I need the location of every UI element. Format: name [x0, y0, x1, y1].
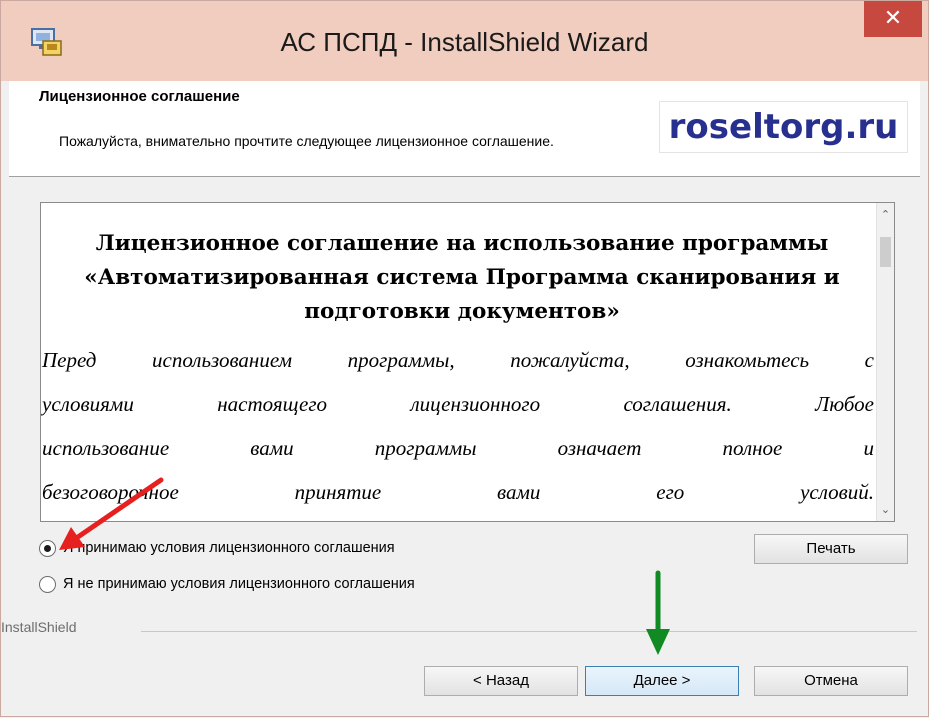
radio-selected-dot: [44, 545, 51, 552]
site-watermark: roseltorg.ru: [659, 101, 908, 153]
license-body-line: Перед использованием программы, пожалуйс…: [42, 348, 874, 372]
scroll-down-icon[interactable]: ⌄: [877, 501, 894, 518]
license-scrollbar[interactable]: ⌃ ⌄: [876, 203, 894, 521]
title-bar: АС ПСПД - InstallShield Wizard ✕: [1, 1, 928, 81]
license-heading: Лицензионное соглашение на использование…: [47, 227, 877, 329]
cancel-button[interactable]: Отмена: [754, 666, 908, 696]
license-body-line: условиями настоящего лицензионного согла…: [42, 392, 874, 416]
divider: [141, 631, 917, 632]
back-button[interactable]: < Назад: [424, 666, 578, 696]
green-arrow-icon: [646, 570, 670, 655]
accept-label[interactable]: Я принимаю условия лицензионного соглаше…: [63, 540, 395, 556]
close-button[interactable]: ✕: [864, 1, 922, 37]
print-button[interactable]: Печать: [754, 534, 908, 564]
license-heading-line: «Автоматизированная система Программа ск…: [84, 265, 840, 290]
license-body: Перед использованием программы, пожалуйс…: [42, 338, 874, 514]
license-body-line: безоговорочное принятие вами его условий…: [42, 480, 874, 504]
decline-radio[interactable]: [39, 576, 56, 593]
installshield-brand: InstallShield: [1, 619, 77, 635]
license-body-line: использование вами программы означает по…: [42, 436, 874, 460]
accept-radio[interactable]: [39, 540, 56, 557]
scroll-up-icon[interactable]: ⌃: [877, 206, 894, 223]
page-title: Лицензионное соглашение: [39, 88, 240, 105]
license-heading-line: подготовки документов»: [304, 299, 620, 324]
window-title: АС ПСПД - InstallShield Wizard: [280, 27, 649, 57]
license-heading-line: Лицензионное соглашение на использование…: [95, 231, 829, 256]
license-text-area[interactable]: Лицензионное соглашение на использование…: [40, 202, 895, 522]
page-subtitle: Пожалуйста, внимательно прочтите следующ…: [59, 133, 554, 149]
decline-label[interactable]: Я не принимаю условия лицензионного согл…: [63, 576, 415, 592]
close-icon: ✕: [883, 6, 903, 31]
header-banner: Лицензионное соглашение Пожалуйста, вним…: [9, 81, 920, 177]
scroll-thumb[interactable]: [880, 237, 891, 267]
next-button[interactable]: Далее >: [585, 666, 739, 696]
installer-window: АС ПСПД - InstallShield Wizard ✕ Лицензи…: [0, 0, 929, 717]
